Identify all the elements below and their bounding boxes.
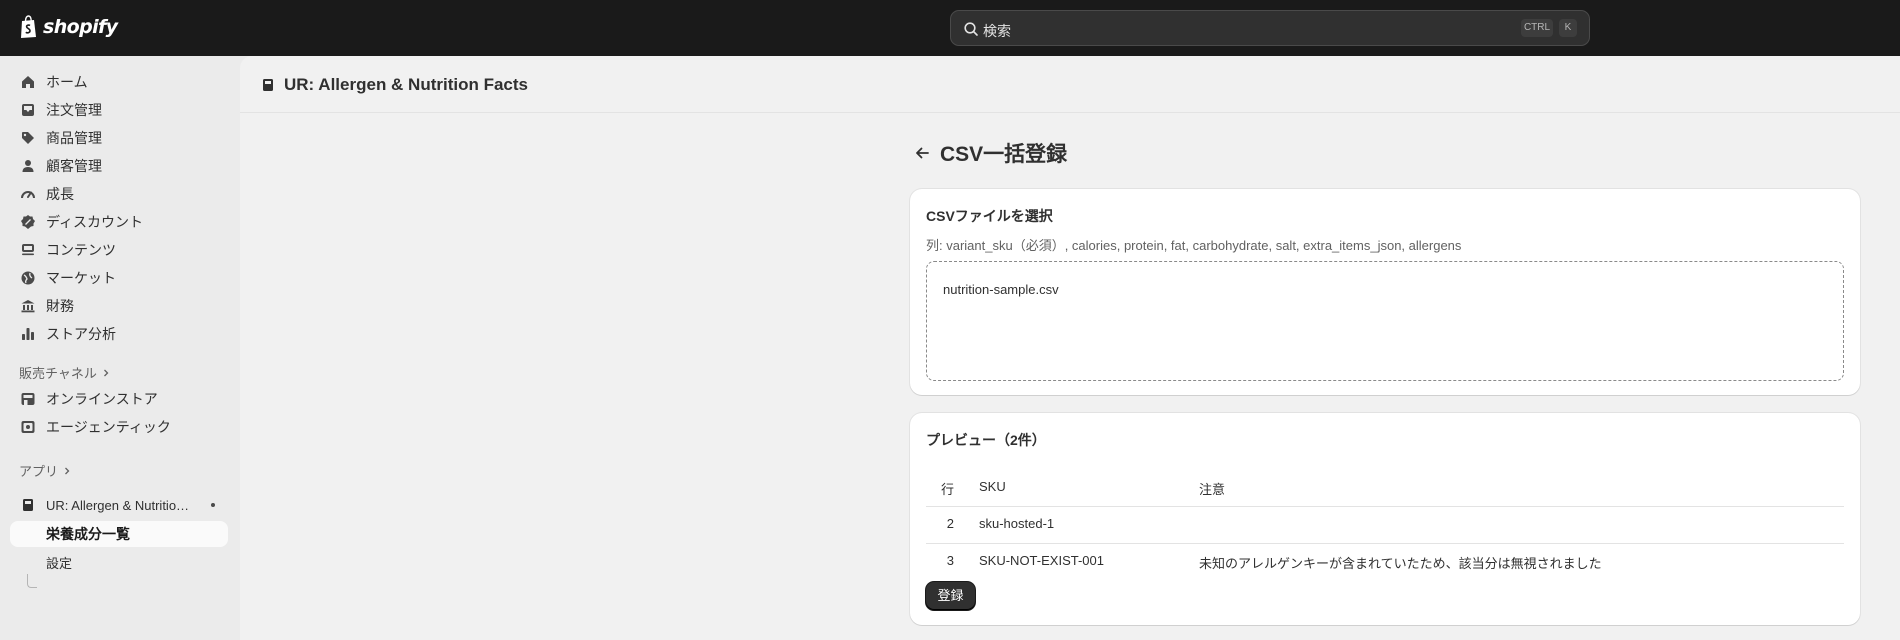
shortcut-ctrl-key: CTRL: [1521, 19, 1553, 37]
sidebar-subitem-nutrition-list[interactable]: 栄養成分一覧: [10, 521, 228, 547]
sidebar-item-content[interactable]: コンテンツ: [10, 237, 228, 263]
sidebar-item-markets[interactable]: マーケット: [10, 265, 228, 291]
back-arrow-icon[interactable]: [912, 143, 932, 163]
csv-upload-card: CSVファイルを選択 列: variant_sku（必須）, calories,…: [910, 189, 1860, 395]
columns-hint: 列: variant_sku（必須）, calories, protein, f…: [926, 238, 1462, 253]
sidebar-item-agentic[interactable]: エージェンティック: [10, 414, 228, 440]
sidebar-subitem-settings[interactable]: 設定: [10, 549, 228, 575]
sidebar-item-label: コンテンツ: [46, 242, 116, 258]
sidebar-item-label: ストア分析: [46, 326, 116, 342]
agentic-icon: [21, 421, 35, 433]
search-icon: [964, 22, 978, 36]
sidebar-item-label: 財務: [46, 298, 74, 314]
column-header-note: 注意: [1199, 482, 1226, 497]
register-button[interactable]: 登録: [926, 582, 975, 610]
sidebar-item-label: オンラインストア: [46, 391, 158, 407]
sidebar-item-orders[interactable]: 注文管理: [10, 97, 228, 123]
search-placeholder: 検索: [983, 23, 1011, 39]
discount-icon: [21, 215, 35, 229]
logo-text: shopify: [43, 16, 118, 38]
sidebar-item-label: マーケット: [46, 270, 116, 286]
bar-chart-icon: [22, 328, 34, 340]
card-title: プレビュー（2件）: [926, 432, 1046, 448]
shortcut-k-key: K: [1559, 19, 1577, 37]
sidebar-item-label: UR: Allergen & Nutritio…: [46, 497, 190, 513]
bank-icon: [21, 300, 35, 313]
content-icon: [22, 244, 34, 256]
cell-sku: sku-hosted-1: [979, 516, 1055, 531]
cell-row: 3: [946, 553, 954, 568]
sidebar-item-finance[interactable]: 財務: [10, 293, 228, 319]
gauge-icon: [21, 191, 35, 199]
card-title: CSVファイルを選択: [926, 208, 1053, 224]
sidebar-item-label: 成長: [46, 186, 74, 202]
pin-dot: [211, 503, 215, 507]
app-title: UR: Allergen & Nutrition Facts: [284, 75, 528, 94]
table-divider: [926, 506, 1844, 507]
app-book-icon: [23, 499, 33, 511]
cell-sku: SKU-NOT-EXIST-001: [979, 553, 1104, 568]
table-divider: [926, 543, 1844, 544]
sidebar-item-label: エージェンティック: [46, 419, 171, 435]
sidebar-item-home[interactable]: ホーム: [10, 69, 228, 95]
tag-icon: [22, 132, 34, 144]
selected-filename: nutrition-sample.csv: [943, 282, 1059, 297]
sidebar-item-label: 注文管理: [46, 102, 102, 118]
sidebar-subitem-label: 栄養成分一覧: [46, 526, 130, 542]
sidebar: ホーム 注文管理 商品管理 顧客管理 成長 ディスカウント コンテンツ マーケッ…: [0, 56, 240, 640]
file-dropzone[interactable]: nutrition-sample.csv: [926, 261, 1844, 381]
page-header: CSV一括登録: [912, 138, 1067, 168]
apps-heading[interactable]: アプリ: [19, 461, 72, 480]
sidebar-item-discounts[interactable]: ディスカウント: [10, 209, 228, 235]
sidebar-item-analytics[interactable]: ストア分析: [10, 321, 228, 347]
sidebar-item-customers[interactable]: 顧客管理: [10, 153, 228, 179]
home-icon: [22, 76, 34, 88]
sidebar-item-label: ディスカウント: [46, 214, 144, 230]
chevron-right-icon: [103, 369, 109, 376]
chevron-right-icon: [65, 467, 70, 474]
app-book-icon: [263, 79, 273, 91]
store-icon: [21, 393, 35, 405]
cell-row: 2: [946, 516, 954, 531]
search-bar[interactable]: 検索 CTRL K: [950, 10, 1590, 46]
top-bar: shopify 検索 CTRL K: [0, 0, 1900, 56]
column-header-row: 行: [940, 482, 954, 497]
column-header-sku: SKU: [979, 479, 1006, 494]
cell-note: 未知のアレルゲンキーが含まれていたため、該当分は無視されました: [1199, 556, 1602, 571]
main-content: UR: Allergen & Nutrition Facts CSV一括登録 C…: [240, 56, 1900, 640]
shopify-logo[interactable]: shopify: [19, 15, 118, 39]
app-header: UR: Allergen & Nutrition Facts: [240, 56, 1900, 113]
page-title: CSV一括登録: [940, 143, 1068, 166]
globe-icon: [21, 271, 35, 285]
sidebar-item-app[interactable]: UR: Allergen & Nutritio…: [10, 492, 228, 518]
apps-title: アプリ: [19, 464, 59, 479]
sales-channels-title: 販売チャネル: [19, 366, 97, 381]
shopify-bag-icon: [21, 15, 36, 38]
sidebar-item-online-store[interactable]: オンラインストア: [10, 386, 228, 412]
sales-channels-heading[interactable]: 販売チャネル: [19, 363, 111, 382]
inbox-icon: [22, 104, 34, 116]
person-icon: [22, 160, 34, 172]
sidebar-item-label: 商品管理: [46, 130, 102, 146]
sidebar-item-products[interactable]: 商品管理: [10, 125, 228, 151]
preview-card: プレビュー（2件） 行 SKU 注意 2 sku-hosted-1 3 SKU-…: [910, 413, 1860, 625]
tree-connector: [27, 574, 37, 588]
sidebar-subitem-label: 設定: [46, 555, 73, 571]
sidebar-item-label: 顧客管理: [46, 158, 102, 174]
sidebar-item-growth[interactable]: 成長: [10, 181, 228, 207]
sidebar-item-label: ホーム: [46, 74, 88, 90]
